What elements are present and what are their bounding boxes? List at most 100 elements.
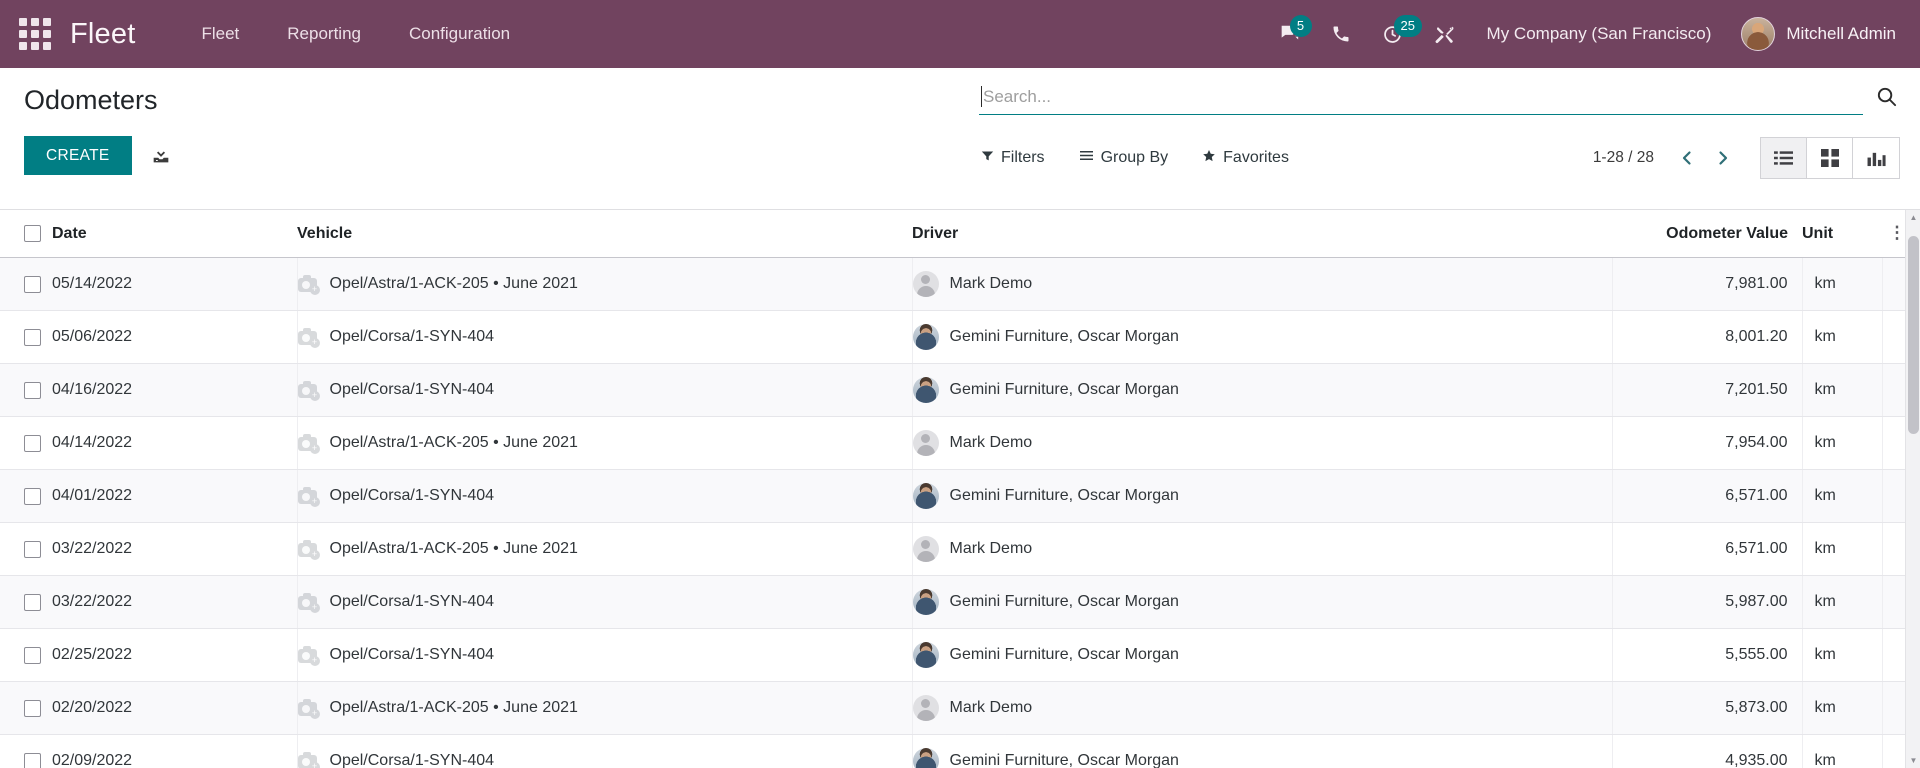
cell-vehicle: + Opel/Corsa/1-SYN-404 [297,469,913,523]
row-checkbox[interactable] [24,540,41,558]
table-row[interactable]: 05/14/2022 + Opel/Astra/1-ACK-205 • June 2… [0,257,1920,311]
cell-odometer-value: 7,954.00 [1612,416,1803,470]
scroll-up-arrow-icon[interactable]: ▲ [1906,210,1920,225]
user-menu[interactable]: Mitchell Admin [1727,13,1898,55]
menu-item-reporting[interactable]: Reporting [263,14,385,54]
driver-avatar [912,589,939,615]
app-brand-fleet[interactable]: Fleet [70,18,135,51]
header-driver[interactable]: Driver [912,210,1612,258]
group-by-dropdown[interactable]: Group By [1079,149,1169,167]
cell-odometer-value: 7,201.50 [1612,363,1803,417]
phone-icon[interactable] [1315,11,1367,57]
control-panel-right: Filters Group By Favorites 1-28 / 28 [979,68,1900,209]
vehicle-image-placeholder-icon: + [297,592,320,613]
search-input[interactable] [983,86,1859,107]
cell-date: 05/06/2022 [52,310,298,364]
cell-date: 04/01/2022 [52,469,298,523]
cell-driver: Gemini Furniture, Oscar Morgan [912,734,1613,768]
driver-avatar [912,536,939,562]
header-unit[interactable]: Unit [1802,210,1882,258]
company-selector[interactable]: My Company (San Francisco) [1471,16,1728,52]
header-date[interactable]: Date [52,210,297,258]
table-row[interactable]: 03/22/2022 + Opel/Corsa/1-SYN-404 Gemini Fu… [0,575,1920,629]
messages-badge: 5 [1289,15,1312,37]
row-checkbox[interactable] [24,434,41,452]
cell-date: 03/22/2022 [52,522,298,576]
table-row[interactable]: 02/09/2022 + Opel/Corsa/1-SYN-404 Gemini Fu… [0,734,1920,768]
row-checkbox[interactable] [24,752,41,768]
group-by-label: Group By [1100,149,1169,166]
star-icon [1202,149,1216,168]
apps-grid-icon[interactable] [18,17,52,51]
cell-driver: Mark Demo [912,522,1613,576]
row-checkbox[interactable] [24,328,41,346]
row-select-cell [0,522,52,576]
search-box[interactable] [979,84,1863,115]
user-avatar [1741,17,1776,51]
row-checkbox[interactable] [24,487,41,505]
cell-date: 03/22/2022 [52,575,298,629]
driver-name: Gemini Furniture, Oscar Morgan [949,593,1179,610]
pager-range: 1-28 / 28 [1592,149,1654,166]
filters-dropdown[interactable]: Filters [981,149,1045,167]
cell-vehicle: + Opel/Corsa/1-SYN-404 [297,575,913,629]
vehicle-image-placeholder-icon: + [297,698,320,719]
scrollbar-thumb[interactable] [1908,236,1919,434]
row-checkbox[interactable] [24,275,41,293]
search-icon[interactable] [1863,85,1900,115]
cell-unit: km [1802,257,1883,311]
list-view-icon[interactable] [1761,138,1807,178]
vehicle-image-placeholder-icon: + [297,274,320,295]
row-checkbox[interactable] [24,381,41,399]
pager-previous-icon[interactable] [1670,144,1704,172]
select-all-header [0,210,52,258]
vehicle-image-placeholder-icon: + [297,327,320,348]
vehicle-image-placeholder-icon: + [297,433,320,454]
vertical-scrollbar[interactable]: ▲ ▼ [1905,210,1920,768]
row-select-cell [0,681,52,735]
row-checkbox[interactable] [24,593,41,611]
cell-unit: km [1802,575,1883,629]
row-checkbox[interactable] [24,699,41,717]
row-checkbox[interactable] [24,646,41,664]
cell-vehicle: + Opel/Astra/1-ACK-205 • June 2021 [297,416,913,470]
kanban-grid-icon[interactable] [1807,138,1853,178]
bar-chart-icon[interactable] [1853,138,1899,178]
cell-odometer-value: 8,001.20 [1612,310,1803,364]
select-all-checkbox[interactable] [24,225,41,242]
vehicle-image-placeholder-icon: + [297,486,320,507]
table-row[interactable]: 05/06/2022 + Opel/Corsa/1-SYN-404 Gemini Fu… [0,310,1920,364]
cell-odometer-value: 5,555.00 [1612,628,1803,682]
table-row[interactable]: 02/20/2022 + Opel/Astra/1-ACK-205 • June 2… [0,681,1920,735]
menu-item-configuration[interactable]: Configuration [385,14,534,54]
cell-date: 02/09/2022 [52,734,298,768]
table-row[interactable]: 04/01/2022 + Opel/Corsa/1-SYN-404 Gemini Fu… [0,469,1920,523]
table-row[interactable]: 02/25/2022 + Opel/Corsa/1-SYN-404 Gemini Fu… [0,628,1920,682]
header-vehicle[interactable]: Vehicle [297,210,912,258]
scroll-down-arrow-icon[interactable]: ▼ [1906,753,1920,768]
table-header-row: Date Vehicle Driver Odometer Value Unit … [0,210,1920,258]
wrench-screwdriver-icon[interactable] [1419,11,1471,57]
row-select-cell [0,469,52,523]
odometers-list: Date Vehicle Driver Odometer Value Unit … [0,210,1920,768]
cell-vehicle: + Opel/Astra/1-ACK-205 • June 2021 [297,522,913,576]
table-row[interactable]: 03/22/2022 + Opel/Astra/1-ACK-205 • June 2… [0,522,1920,576]
activities-icon[interactable]: 25 [1367,11,1423,57]
pager-next-icon[interactable] [1706,144,1740,172]
menu-item-fleet[interactable]: Fleet [177,14,263,54]
cell-odometer-value: 6,571.00 [1612,469,1803,523]
messages-icon[interactable]: 5 [1263,11,1315,57]
import-records-icon[interactable] [146,140,176,170]
table-row[interactable]: 04/16/2022 + Opel/Corsa/1-SYN-404 Gemini Fu… [0,363,1920,417]
cell-date: 05/14/2022 [52,257,298,311]
header-odometer-value[interactable]: Odometer Value [1612,210,1802,258]
cell-driver: Mark Demo [912,681,1613,735]
table-row[interactable]: 04/14/2022 + Opel/Astra/1-ACK-205 • June 2… [0,416,1920,470]
driver-name: Mark Demo [949,434,1033,451]
create-button[interactable]: CREATE [24,135,132,176]
cell-date: 04/16/2022 [52,363,298,417]
favorites-dropdown[interactable]: Favorites [1202,149,1289,168]
cell-unit: km [1802,363,1883,417]
cell-vehicle: + Opel/Astra/1-ACK-205 • June 2021 [297,257,913,311]
cell-date: 02/20/2022 [52,681,298,735]
